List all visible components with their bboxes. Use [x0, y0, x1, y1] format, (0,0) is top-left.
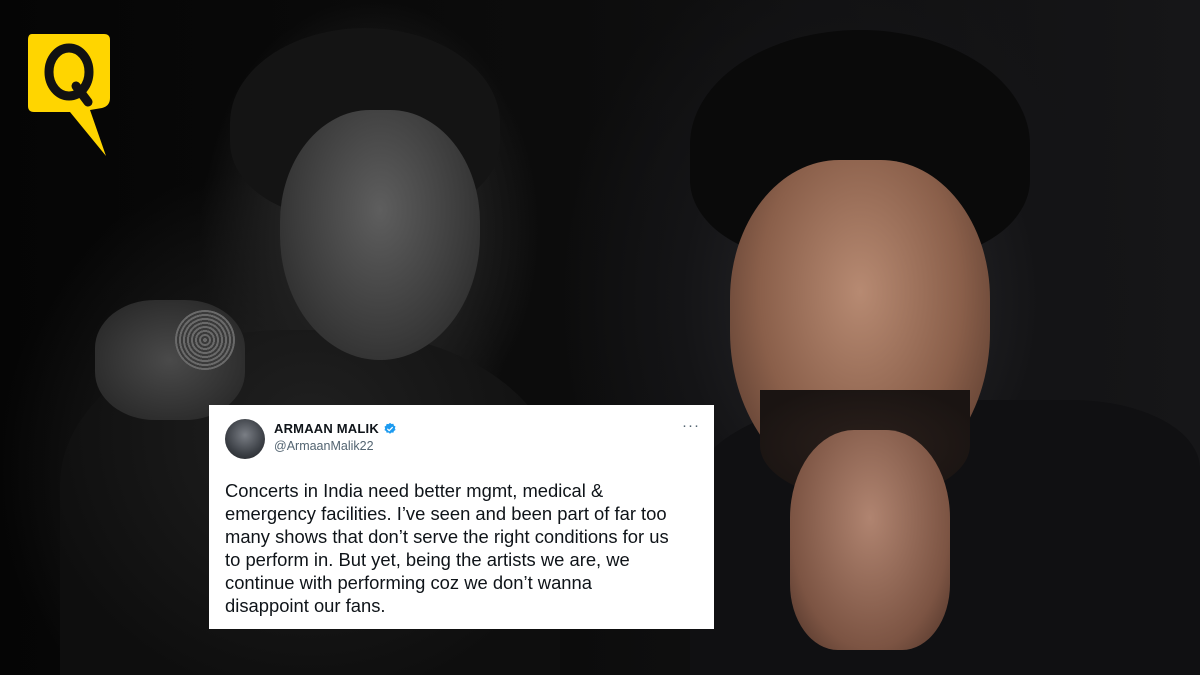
left-singer-face [280, 110, 480, 360]
tweet-author: ARMAAN MALIK @ArmaanMalik22 [274, 421, 397, 453]
the-quint-logo-icon [28, 34, 110, 156]
avatar[interactable] [225, 419, 265, 459]
verified-badge-icon [384, 422, 396, 434]
embedded-tweet-card[interactable]: ARMAAN MALIK @ArmaanMalik22 ··· Concerts… [209, 405, 714, 629]
display-name-row: ARMAAN MALIK [274, 421, 397, 436]
user-handle[interactable]: @ArmaanMalik22 [274, 439, 397, 453]
microphone-icon [175, 310, 235, 370]
tweet-header: ARMAAN MALIK @ArmaanMalik22 ··· [225, 418, 700, 465]
display-name[interactable]: ARMAAN MALIK [274, 421, 379, 436]
right-singer-hand [790, 430, 950, 650]
tweet-text: Concerts in India need better mgmt, medi… [225, 480, 669, 616]
more-horizontal-icon[interactable]: ··· [682, 418, 700, 433]
